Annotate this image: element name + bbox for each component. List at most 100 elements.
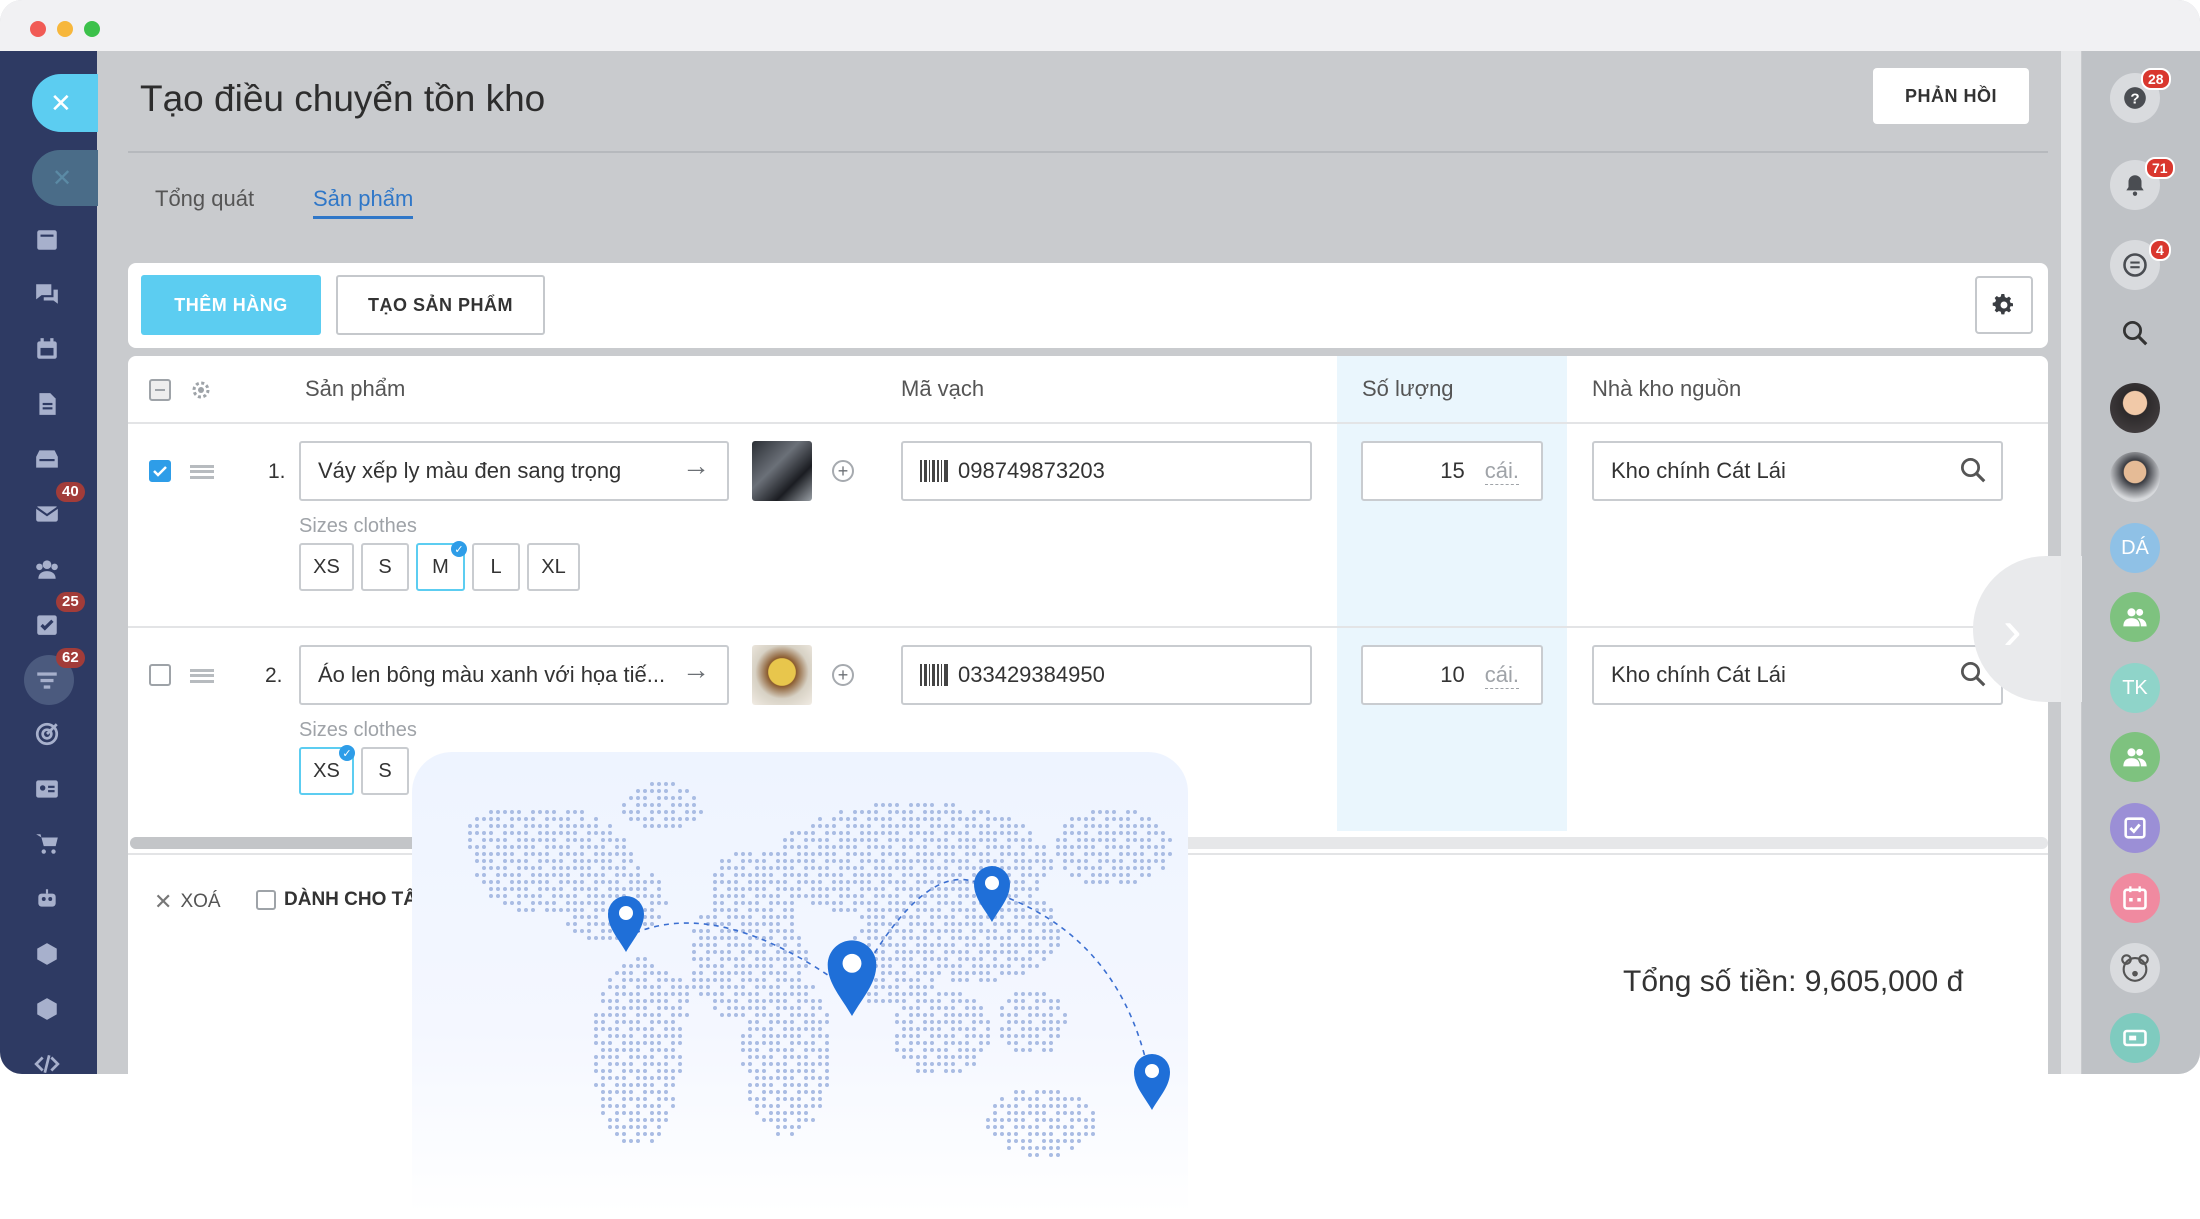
tab-general[interactable]: Tổng quát xyxy=(155,186,254,212)
column-header-product: Sản phẩm xyxy=(305,376,406,401)
quantity-column-highlight xyxy=(1337,356,1567,831)
bell-badge: 71 xyxy=(2145,157,2175,179)
settings-button[interactable] xyxy=(1975,276,2033,334)
filter-icon[interactable] xyxy=(32,665,62,695)
barcode-field[interactable]: 033429384950 xyxy=(901,645,1312,705)
help-badge: 28 xyxy=(2141,68,2171,90)
quantity-unit: cái. xyxy=(1484,661,1519,689)
contact-card-icon[interactable] xyxy=(32,774,62,804)
map-pin-icon xyxy=(1134,1054,1170,1110)
header-divider xyxy=(128,422,2048,424)
mail-badge: 40 xyxy=(56,482,85,502)
add-image-icon[interactable]: + xyxy=(832,664,854,686)
box-icon[interactable] xyxy=(32,939,62,969)
product-name: Váy xếp ly màu đen sang trọng xyxy=(318,458,622,483)
page-title: Tạo điều chuyển tồn kho xyxy=(140,78,546,119)
document-icon[interactable] xyxy=(32,389,62,419)
chat-icon[interactable] xyxy=(32,279,62,309)
size-option[interactable]: XS xyxy=(299,543,354,591)
delete-button[interactable]: ✕ XOÁ xyxy=(154,889,221,915)
robot-icon[interactable] xyxy=(32,884,62,914)
group-icon[interactable] xyxy=(2110,592,2160,642)
barcode-field[interactable]: 098749873203 xyxy=(901,441,1312,501)
chat-badge: 4 xyxy=(2149,239,2171,261)
inbox-icon[interactable] xyxy=(32,444,62,474)
world-map-illustration xyxy=(468,782,1172,1157)
total-amount: Tổng số tiền: 9,605,000 đ xyxy=(1623,965,1964,998)
header-divider xyxy=(128,151,2048,153)
close-panel-button[interactable]: ✕ xyxy=(32,74,98,132)
apply-all-toggle[interactable]: DÀNH CHO TẤ xyxy=(256,889,417,911)
delete-label: XOÁ xyxy=(180,891,221,912)
task-icon[interactable] xyxy=(32,609,62,639)
list-icon[interactable] xyxy=(32,225,62,255)
product-field[interactable]: Váy xếp ly màu đen sang trọng xyxy=(299,441,729,501)
size-option[interactable]: XL xyxy=(527,543,580,591)
ticket-icon[interactable] xyxy=(2110,1013,2160,1063)
add-item-button[interactable]: THÊM HÀNG xyxy=(141,275,321,335)
arrow-right-icon[interactable]: → xyxy=(682,654,710,686)
window-titlebar xyxy=(0,0,2200,51)
search-icon[interactable] xyxy=(2110,308,2160,358)
right-scroll-strip xyxy=(2061,51,2081,1074)
drag-handle-icon[interactable] xyxy=(190,669,214,683)
add-image-icon[interactable]: + xyxy=(832,460,854,482)
check-icon: ✓ xyxy=(451,541,467,557)
product-thumbnail xyxy=(752,645,812,705)
warehouse-value: Kho chính Cát Lái xyxy=(1611,662,1786,687)
size-option[interactable]: S xyxy=(361,747,409,795)
group-icon[interactable] xyxy=(2110,732,2160,782)
cart-icon[interactable] xyxy=(32,829,62,859)
size-option[interactable]: S xyxy=(361,543,409,591)
svg-text:?: ? xyxy=(2130,90,2139,107)
column-settings-icon[interactable] xyxy=(189,378,213,402)
checklist-icon[interactable] xyxy=(2110,803,2160,853)
row-checkbox[interactable] xyxy=(149,664,171,686)
row-number: 2. xyxy=(265,664,283,687)
quantity-value: 15 xyxy=(1440,458,1465,483)
avatar-initials[interactable]: TK xyxy=(2110,663,2160,713)
close-window-dot[interactable] xyxy=(30,21,46,37)
task-badge: 25 xyxy=(56,592,85,612)
box-icon[interactable] xyxy=(32,994,62,1024)
map-pin-icon xyxy=(608,896,644,952)
row-number: 1. xyxy=(268,460,286,483)
calendar-icon[interactable] xyxy=(2110,873,2160,923)
column-header-barcode: Mã vạch xyxy=(901,376,985,401)
row-checkbox[interactable] xyxy=(149,460,171,482)
sizes-label: Sizes clothes xyxy=(299,719,417,741)
sizes-label: Sizes clothes xyxy=(299,515,417,537)
minimize-window-dot[interactable] xyxy=(57,21,73,37)
search-icon[interactable] xyxy=(1958,455,1988,485)
calendar-icon[interactable] xyxy=(32,334,62,364)
arrow-right-icon[interactable]: → xyxy=(682,450,710,482)
warehouse-field[interactable]: Kho chính Cát Lái xyxy=(1592,645,2003,705)
bear-icon[interactable] xyxy=(2110,943,2160,993)
avatar-woman[interactable] xyxy=(2110,383,2160,433)
check-icon: ✓ xyxy=(339,745,355,761)
drag-handle-icon[interactable] xyxy=(190,465,214,479)
create-product-button[interactable]: TẠO SẢN PHẨM xyxy=(336,275,545,335)
quantity-unit: cái. xyxy=(1484,457,1519,485)
select-all-checkbox[interactable] xyxy=(149,379,171,401)
warehouse-field[interactable]: Kho chính Cát Lái xyxy=(1592,441,2003,501)
mail-icon[interactable] xyxy=(32,499,62,529)
quantity-field[interactable]: 15 cái. xyxy=(1361,441,1543,501)
target-icon[interactable] xyxy=(32,719,62,749)
team-icon[interactable] xyxy=(32,554,62,584)
product-field[interactable]: Áo len bông màu xanh với họa tiế... xyxy=(299,645,729,705)
row-divider xyxy=(128,626,2048,628)
avatar-man[interactable] xyxy=(2110,452,2160,502)
feedback-button[interactable]: PHẢN HỒI xyxy=(1873,68,2029,124)
code-icon[interactable] xyxy=(32,1049,62,1074)
apply-all-checkbox[interactable] xyxy=(256,890,276,910)
warehouse-value: Kho chính Cát Lái xyxy=(1611,458,1786,483)
apply-all-label: DÀNH CHO TẤ xyxy=(284,889,417,910)
tab-products[interactable]: Sản phẩm xyxy=(313,186,414,219)
quantity-field[interactable]: 10 cái. xyxy=(1361,645,1543,705)
size-option[interactable]: L xyxy=(472,543,520,591)
maximize-window-dot[interactable] xyxy=(84,21,100,37)
avatar-initials[interactable]: DÁ xyxy=(2110,523,2160,573)
world-map-card xyxy=(412,752,1188,1214)
quantity-value: 10 xyxy=(1440,662,1465,687)
